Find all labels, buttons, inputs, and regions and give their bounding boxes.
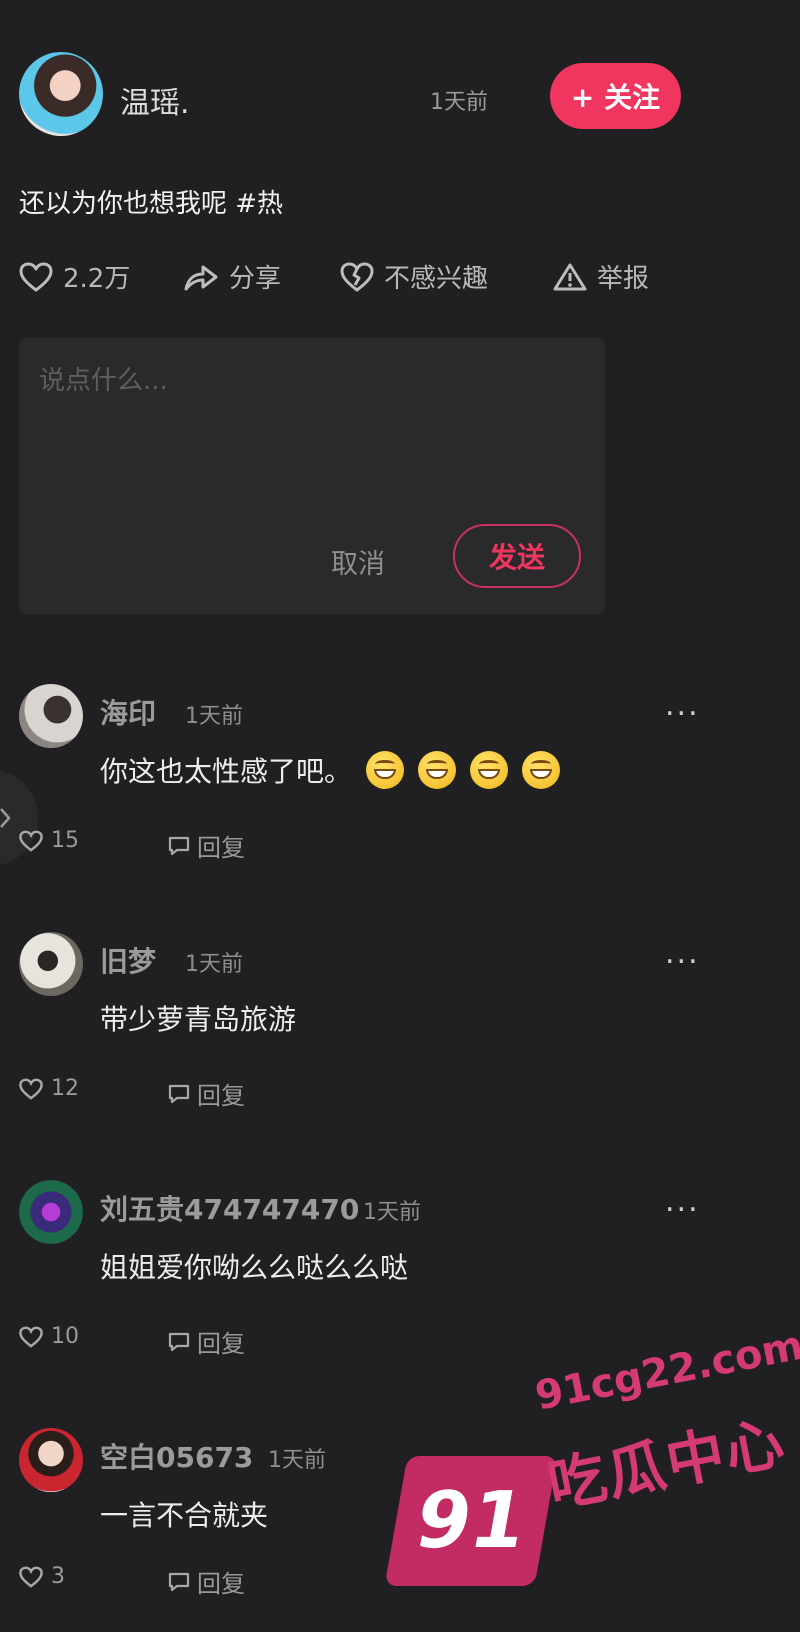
comment-time: 1天前: [185, 952, 243, 977]
comment-like-count: 12: [51, 1076, 79, 1101]
comment-like-count: 15: [51, 828, 79, 853]
commenter-avatar[interactable]: [19, 1180, 83, 1244]
comment-like-button[interactable]: 15: [19, 828, 79, 853]
commenter-name[interactable]: 海印: [100, 692, 156, 732]
like-count: 2.2万: [63, 264, 131, 294]
grin-emoji-icon: [470, 751, 509, 789]
comment-text-row: 姐姐爱你呦么么哒么么哒: [100, 1246, 408, 1286]
commenter-name[interactable]: 旧梦: [100, 940, 156, 980]
author-name[interactable]: 温瑶.: [120, 78, 190, 122]
share-button[interactable]: 分享: [183, 258, 281, 295]
commenter-avatar[interactable]: [19, 1428, 83, 1492]
follow-button[interactable]: + 关注: [550, 63, 681, 129]
like-button[interactable]: 2.2万: [19, 258, 130, 295]
comment-reply-button[interactable]: 回复: [167, 828, 245, 863]
grin-emoji-icon: [366, 751, 405, 789]
post-time: 1天前: [430, 90, 488, 115]
share-icon: [184, 265, 218, 290]
comment-text-row: 带少萝青岛旅游: [100, 998, 296, 1038]
warning-icon: [553, 263, 587, 290]
commenter-avatar[interactable]: [19, 684, 83, 748]
chat-bubble-icon: [168, 836, 190, 855]
author-avatar[interactable]: [19, 52, 103, 136]
comment-reply-button[interactable]: 回复: [167, 1076, 245, 1111]
comment-reply-label: 回复: [197, 1330, 245, 1358]
grin-emoji-icon: [418, 751, 457, 789]
comment-item: 旧梦 1天前 ... 带少萝青岛旅游 12 回复: [0, 926, 800, 1136]
comment-item: 海印 1天前 ... 你这也太性感了吧。 15 回复: [0, 678, 800, 888]
comment-text: 姐姐爱你呦么么哒么么哒: [100, 1251, 409, 1284]
report-label: 举报: [597, 264, 650, 294]
send-button[interactable]: 发送: [453, 524, 581, 588]
heart-icon: [19, 1078, 43, 1100]
comment-text: 你这也太性感了吧。: [100, 755, 353, 788]
commenter-name[interactable]: 空白05673: [100, 1436, 253, 1476]
chat-bubble-icon: [168, 1572, 190, 1591]
commenter-name[interactable]: 刘五贵474747470: [100, 1188, 359, 1228]
comment-reply-label: 回复: [197, 1082, 245, 1110]
heart-icon: [19, 262, 53, 291]
share-label: 分享: [229, 264, 282, 294]
comment-like-count: 3: [51, 1564, 65, 1589]
comment-time: 1天前: [363, 1200, 421, 1225]
comment-time: 1天前: [268, 1448, 326, 1473]
report-button[interactable]: 举报: [553, 258, 649, 295]
more-options-icon[interactable]: ...: [665, 936, 700, 971]
comment-reply-button[interactable]: 回复: [167, 1324, 245, 1359]
comment-like-count: 10: [51, 1324, 79, 1349]
broken-heart-icon: [340, 262, 374, 291]
chat-bubble-icon: [168, 1084, 190, 1103]
watermark-name: 吃瓜中心: [542, 1407, 792, 1521]
grin-emoji-icon: [522, 751, 561, 789]
comment-like-button[interactable]: 3: [19, 1564, 65, 1589]
comment-input[interactable]: [37, 358, 581, 512]
watermark-badge: 91: [384, 1456, 558, 1586]
heart-icon: [19, 1326, 43, 1348]
comment-text-row: 你这也太性感了吧。: [100, 750, 561, 790]
comment-reply-label: 回复: [197, 1570, 245, 1598]
comment-text: 一言不合就夹: [100, 1499, 269, 1532]
post-text: 还以为你也想我呢 #热: [19, 189, 284, 219]
comment-text-row: 一言不合就夹: [100, 1494, 268, 1534]
chat-bubble-icon: [168, 1332, 190, 1351]
commenter-avatar[interactable]: [19, 932, 83, 996]
uninterested-button[interactable]: 不感兴趣: [340, 258, 488, 295]
more-options-icon[interactable]: ...: [665, 1184, 700, 1219]
heart-icon: [19, 1566, 43, 1588]
comment-like-button[interactable]: 12: [19, 1076, 79, 1101]
site-watermark: 91 91cg22.com 吃瓜中心: [384, 1316, 800, 1606]
comment-time: 1天前: [185, 704, 243, 729]
cancel-button[interactable]: 取消: [331, 542, 385, 581]
heart-icon: [19, 830, 43, 852]
comment-composer: 取消 发送: [19, 338, 605, 614]
uninterested-label: 不感兴趣: [384, 264, 489, 294]
comment-reply-button[interactable]: 回复: [167, 1564, 245, 1599]
more-options-icon[interactable]: ...: [665, 688, 700, 723]
comment-reply-label: 回复: [197, 834, 245, 862]
comment-like-button[interactable]: 10: [19, 1324, 79, 1349]
comment-text: 带少萝青岛旅游: [100, 1003, 297, 1036]
